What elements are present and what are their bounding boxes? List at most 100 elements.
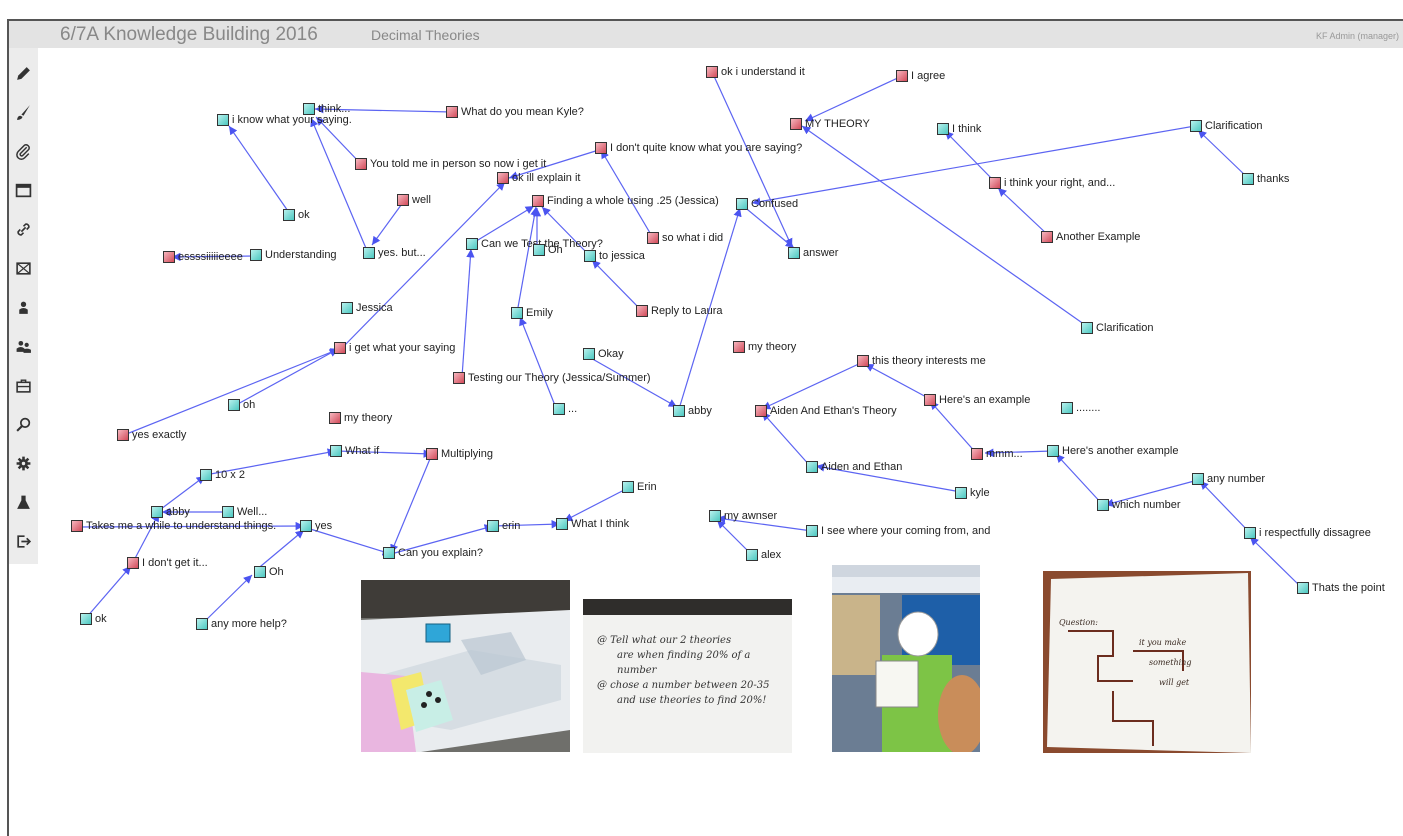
note-my-theory-small[interactable]: my theory: [733, 339, 796, 355]
note-takes-me-a-while[interactable]: Takes me a while to understand things.: [71, 518, 276, 534]
note-emily[interactable]: Emily: [511, 305, 553, 321]
note-i-respectfully-dissagree[interactable]: i respectfully dissagree: [1244, 525, 1371, 541]
note-oh-left[interactable]: oh: [228, 397, 255, 413]
note-icon: [583, 348, 595, 360]
note-my-theory-left[interactable]: my theory: [329, 410, 392, 426]
note-what-i-think[interactable]: What I think: [556, 516, 629, 532]
note-label: my awnser: [724, 510, 778, 522]
worksheet-photo[interactable]: Question: it you make something will get: [1043, 571, 1251, 753]
student-poster-photo[interactable]: [832, 565, 980, 752]
note-icon: [200, 469, 212, 481]
note-label: Understanding: [265, 249, 337, 261]
note-yes[interactable]: yes: [300, 518, 332, 534]
note-oh-center[interactable]: Oh: [533, 242, 563, 258]
note-ok-top[interactable]: ok: [283, 207, 310, 223]
note-so-what-i-did[interactable]: so what i did: [647, 230, 723, 246]
note-erin[interactable]: erin: [487, 518, 520, 534]
classroom-table-photo[interactable]: [361, 580, 570, 752]
note-mmm[interactable]: mmm...: [971, 446, 1023, 462]
gear-icon: [16, 456, 31, 470]
note-confused[interactable]: Confused: [736, 196, 798, 212]
note-label: Thats the point: [1312, 582, 1385, 594]
user-tool-button[interactable]: [9, 292, 38, 322]
note-10-x-2[interactable]: 10 x 2: [200, 467, 245, 483]
note-clarification-bottom[interactable]: Clarification: [1081, 320, 1153, 336]
note-heres-another-example[interactable]: Here's another example: [1047, 443, 1178, 459]
attachment-tool-button[interactable]: [9, 136, 38, 166]
note-i-dont-quite-know[interactable]: I don't quite know what you are saying?: [595, 140, 802, 156]
note-ok-ill-explain-it[interactable]: ok ill explain it: [497, 170, 580, 186]
note-icon: [1242, 173, 1254, 185]
settings-tool-button[interactable]: [9, 448, 38, 478]
note-i-dont-get-it[interactable]: I don't get it...: [127, 555, 208, 571]
note-label: yes. but...: [378, 247, 426, 259]
note-any-number[interactable]: any number: [1192, 471, 1265, 487]
note-think[interactable]: think...: [303, 101, 350, 117]
note-icon: [673, 405, 685, 417]
note-icon: [553, 403, 565, 415]
note-oh-bottom[interactable]: Oh: [254, 564, 284, 580]
note-aiden-and-ethans-theory[interactable]: Aiden And Ethan's Theory: [755, 403, 897, 419]
note-another-example[interactable]: Another Example: [1041, 229, 1140, 245]
group-tool-button[interactable]: [9, 331, 38, 361]
note-icon: [300, 520, 312, 532]
note-alex[interactable]: alex: [746, 547, 781, 563]
pencil-tool-button[interactable]: [9, 58, 38, 88]
note-to-jessica[interactable]: to jessica: [584, 248, 645, 264]
crop-tool-button[interactable]: [9, 253, 38, 283]
note-label: 10 x 2: [215, 469, 245, 481]
note-thanks[interactable]: thanks: [1242, 171, 1289, 187]
note-essssiiiiieeee[interactable]: essssiiiiieeee: [163, 249, 243, 265]
lab-tool-button[interactable]: [9, 487, 38, 517]
note-dots[interactable]: ........: [1061, 400, 1100, 416]
note-ok-i-understand-it[interactable]: ok i understand it: [706, 64, 805, 80]
note-i-agree[interactable]: I agree: [896, 68, 945, 84]
search-tool-button[interactable]: [9, 409, 38, 439]
note-aiden-and-ethan[interactable]: Aiden and Ethan: [806, 459, 902, 475]
note-kyle[interactable]: kyle: [955, 485, 990, 501]
note-reply-to-laura[interactable]: Reply to Laura: [636, 303, 723, 319]
note-icon: [426, 448, 438, 460]
note-icon: [736, 198, 748, 210]
note-erin-top[interactable]: Erin: [622, 479, 657, 495]
note-abby-right[interactable]: abby: [673, 403, 712, 419]
whiteboard-photo[interactable]: @ Tell what our 2 theories are when find…: [583, 599, 792, 753]
note-ellipsis[interactable]: ...: [553, 401, 577, 417]
note-icon: [117, 429, 129, 441]
whiteboard-line: and use theories to find 20%!: [617, 695, 767, 706]
note-thats-the-point[interactable]: Thats the point: [1297, 580, 1385, 596]
note-label: thanks: [1257, 173, 1290, 185]
note-testing-our-theory[interactable]: Testing our Theory (Jessica/Summer): [453, 370, 651, 386]
user-info[interactable]: KF Admin (manager): [1316, 31, 1399, 41]
note-clarification-top[interactable]: Clarification: [1190, 118, 1262, 134]
note-any-more-help[interactable]: any more help?: [196, 616, 287, 632]
note-okay[interactable]: Okay: [583, 346, 624, 362]
note-what-do-you-mean-kyle[interactable]: What do you mean Kyle?: [446, 104, 584, 120]
note-understanding[interactable]: Understanding: [250, 247, 337, 263]
window-tool-button[interactable]: [9, 175, 38, 205]
note-ok-bottom[interactable]: ok: [80, 611, 107, 627]
note-jessica[interactable]: Jessica: [341, 300, 393, 316]
note-my-theory-main[interactable]: MY THEORY: [790, 116, 870, 132]
brush-tool-button[interactable]: [9, 97, 38, 127]
note-finding-a-whole[interactable]: Finding a whole using .25 (Jessica): [532, 193, 719, 209]
note-multiplying[interactable]: Multiplying: [426, 446, 493, 462]
note-i-see-where-your-coming-from[interactable]: I see where your coming from, and: [806, 523, 990, 539]
logout-tool-button[interactable]: [9, 526, 38, 556]
link-tool-button[interactable]: [9, 214, 38, 244]
note-yes-but[interactable]: yes. but...: [363, 245, 426, 261]
note-which-number[interactable]: which number: [1097, 497, 1180, 513]
note-i-think-your-right[interactable]: i think your right, and...: [989, 175, 1115, 191]
note-this-theory-interests-me[interactable]: this theory interests me: [857, 353, 986, 369]
note-what-if[interactable]: What if: [330, 443, 379, 459]
note-my-awnser[interactable]: my awnser: [709, 508, 777, 524]
note-label: Reply to Laura: [651, 305, 723, 317]
note-well[interactable]: well: [397, 192, 431, 208]
note-i-think[interactable]: I think: [937, 121, 981, 137]
note-heres-an-example[interactable]: Here's an example: [924, 392, 1030, 408]
note-i-get-what-your-saying[interactable]: i get what your saying: [334, 340, 455, 356]
note-yes-exactly[interactable]: yes exactly: [117, 427, 186, 443]
briefcase-tool-button[interactable]: [9, 370, 38, 400]
note-answer[interactable]: answer: [788, 245, 838, 261]
note-can-you-explain[interactable]: Can you explain?: [383, 545, 483, 561]
